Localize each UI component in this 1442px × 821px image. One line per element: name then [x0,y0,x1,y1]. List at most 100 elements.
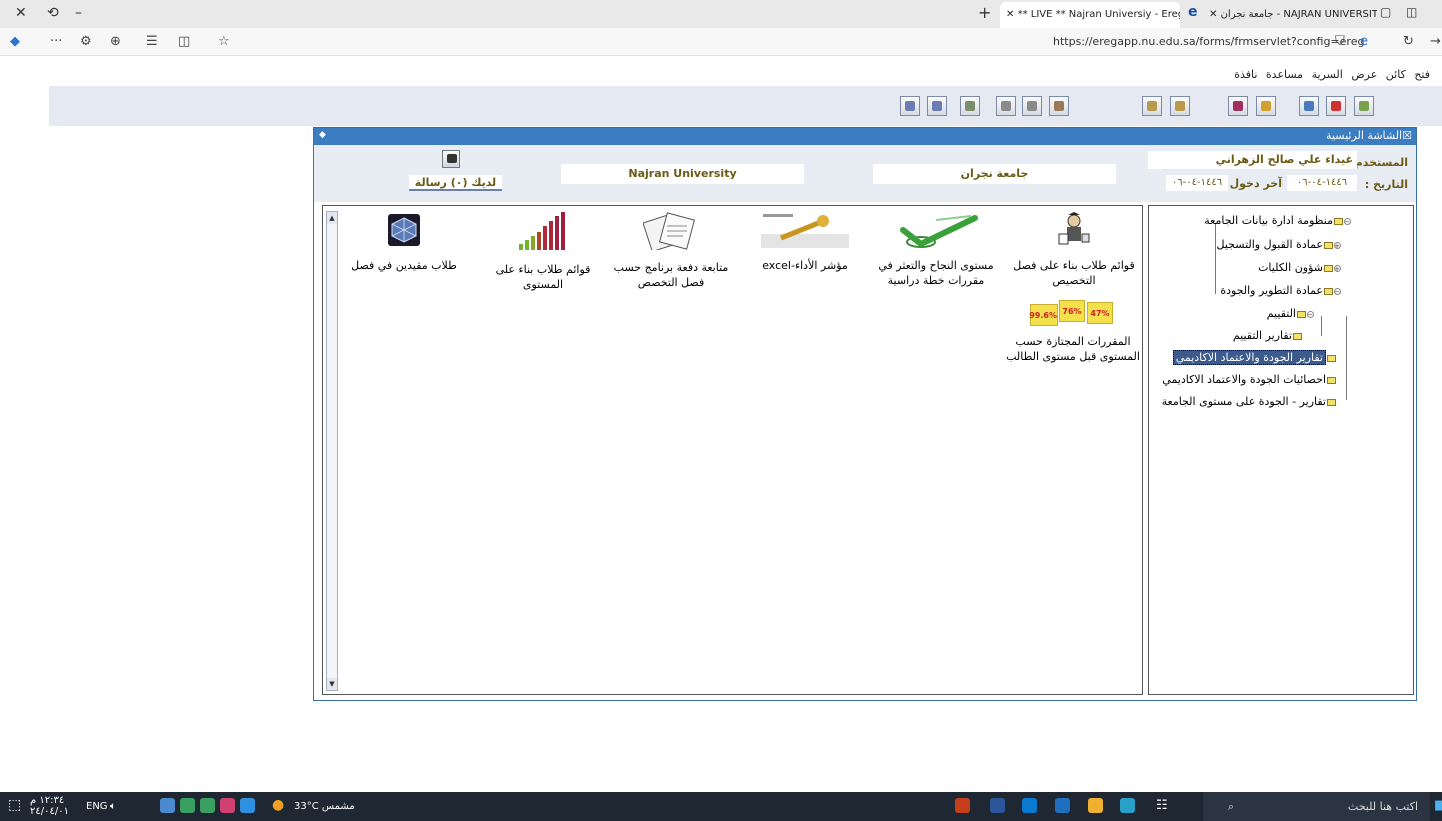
more-icon[interactable]: ··· [50,34,62,49]
content-pane: ▲ ▼ قوائم طلاب بناء على فصل التخصيص مستو… [322,205,1143,695]
collapse-icon[interactable]: − [1344,217,1351,225]
outlook-icon[interactable] [990,798,1005,813]
tree-root[interactable]: − منظومة ادارة بيانات الجامعة [1204,214,1351,227]
weather-icon[interactable]: ● [272,797,284,813]
menu-object[interactable]: كائن [1386,68,1406,81]
window-close-icon[interactable]: ☒ [1402,129,1412,142]
toolbar-accept-button[interactable] [1299,96,1319,116]
clock-time[interactable]: ١٢:٣٤ م [30,795,64,806]
toolbar-note-button[interactable] [1170,96,1190,116]
content-item[interactable]: قوائم طلاب بناء على فصل التخصيص [1009,212,1139,288]
messages-icon[interactable] [442,150,460,168]
menu-open[interactable]: فتح [1414,68,1430,81]
file-explorer-icon[interactable] [1088,798,1103,813]
clock-date[interactable]: ٢٤/٠٤/٠١ [30,806,69,817]
item-label[interactable]: قوائم طلاب بناء على المستوى [488,262,598,292]
store-icon[interactable] [1055,798,1070,813]
tray-app-icon[interactable] [220,798,235,813]
windows-start-icon[interactable]: ■ [1434,798,1442,813]
scroll-down-icon[interactable]: ▼ [327,678,337,690]
tray-app-icon[interactable] [160,798,175,813]
collapse-icon[interactable]: − [1307,310,1314,318]
scroll-up-icon[interactable]: ▲ [327,212,337,224]
toolbar-cut-button[interactable] [1049,96,1069,116]
toolbar-refresh-button[interactable] [960,96,980,116]
toolbar-edit-button[interactable] [1142,96,1162,116]
powerpoint-icon[interactable] [955,798,970,813]
item-label[interactable]: المقررات المجتازة حسب المستوى قبل مستوى … [1003,334,1143,364]
toolbar-cancel-button[interactable] [1326,96,1346,116]
split-screen-icon[interactable]: ◫ [178,34,190,49]
close-window-icon[interactable]: ✕ [15,5,27,21]
toolbar-query-button[interactable] [1256,96,1276,116]
tree-item-quality-stats[interactable]: احصائيات الجودة والاعتماد الاكاديمي [1162,373,1337,386]
url-field[interactable]: https://eregapp.nu.edu.sa/forms/frmservl… [1053,35,1364,48]
taskbar-search[interactable]: اكتب هنا للبحث ⌕ [1203,792,1430,821]
university-name-en: Najran University [561,164,804,184]
new-tab-icon[interactable]: + [978,3,991,22]
tab-close-icon[interactable]: ✕ [1006,9,1014,20]
window-menu-icon[interactable]: ◆ [319,130,326,140]
tab-close-icon[interactable]: ✕ [1209,9,1217,20]
collections-icon[interactable]: ⊕ [110,34,121,49]
refresh-icon[interactable]: ↻ [1403,34,1414,49]
item-label[interactable]: قوائم طلاب بناء على فصل التخصيص [1009,258,1139,288]
mail-icon[interactable] [1022,798,1037,813]
menu-privacy[interactable]: السرية [1312,68,1343,81]
content-item[interactable]: متابعة دفعة برنامج حسب فصل التخصص [611,212,731,290]
favorites-list-icon[interactable]: ☰ [146,34,158,49]
checkmark-icon [891,212,981,248]
expand-icon[interactable]: + [1334,241,1341,249]
expand-icon[interactable]: + [1334,264,1341,272]
collapse-icon[interactable]: − [1334,287,1341,295]
tree-item-evaluation[interactable]: − التقييم [1267,307,1314,320]
tree-item-evaluation-reports[interactable]: تقارير التقييم [1233,329,1303,342]
item-label[interactable]: مؤشر الأداء-excel [755,258,855,273]
toolbar-erase-button[interactable] [1228,96,1248,116]
tree-item-admissions[interactable]: + عمادة القبول والتسجيل [1217,238,1341,251]
notifications-icon[interactable]: ⬚ [8,797,21,813]
content-item[interactable]: قوائم طلاب بناء على المستوى [488,212,598,292]
tree-item-quality-reports[interactable]: تقارير الجودة والاعتماد الاكاديمي [1172,350,1337,365]
toolbar-exit-button[interactable] [1354,96,1374,116]
tab-actions-icon[interactable]: ▢ [1380,5,1391,19]
tree-item-university-quality[interactable]: تقارير - الجودة على مستوى الجامعة [1162,395,1337,408]
tree-item-quality-deanship[interactable]: − عمادة التطوير والجودة [1220,284,1341,297]
ie-mode-icon[interactable]: e [1360,34,1368,49]
weather-text[interactable]: 33°C مشمس [294,801,355,812]
vertical-scrollbar[interactable]: ▲ ▼ [326,211,338,691]
messages-link[interactable]: لديك (٠) رسالة [409,175,502,191]
extensions-icon[interactable]: ⚙ [80,34,92,49]
tree-item-colleges[interactable]: + شؤون الكليات [1258,261,1341,274]
content-item[interactable]: مؤشر الأداء-excel [755,212,855,273]
language-indicator[interactable]: ENG [86,801,108,812]
workspaces-icon[interactable]: ◫ [1406,5,1417,19]
menu-help[interactable]: مساعدة [1266,68,1303,81]
edge-icon[interactable]: ◆ [10,34,20,49]
toolbar-paste-button[interactable] [1022,96,1042,116]
content-item[interactable]: طلاب مقيدين في فصل [349,212,459,273]
restore-icon[interactable]: ⟲ [47,5,59,21]
tray-app-icon[interactable] [200,798,215,813]
content-item[interactable]: 99.6% 76% 47% المقررات المجتازة حسب المس… [1003,298,1143,364]
item-label[interactable]: متابعة دفعة برنامج حسب فصل التخصص [611,260,731,290]
item-label[interactable]: طلاب مقيدين في فصل [349,258,459,273]
favorite-star-icon[interactable]: ☆ [218,34,230,49]
onedrive-icon[interactable] [240,798,255,813]
content-item[interactable]: مستوى النجاح والتعثر في مقررات خطة دراسي… [876,212,996,288]
tab-najran[interactable]: ✕ جامعة نجران - NAJRAN UNIVERSITY [1205,2,1377,28]
minimize-icon[interactable]: – [75,5,82,21]
menu-window[interactable]: نافذة [1234,68,1257,81]
last-login-field: ١٤٤٦-٠٤-٠٦ [1166,175,1228,191]
tray-app-icon[interactable] [180,798,195,813]
item-label[interactable]: مستوى النجاح والتعثر في مقررات خطة دراسي… [876,258,996,288]
task-view-icon[interactable]: ☷ [1156,798,1168,813]
forward-icon[interactable]: → [1430,34,1441,49]
toolbar-prev-button[interactable] [927,96,947,116]
volume-icon[interactable]: 🔈︎ [110,801,116,812]
toolbar-first-button[interactable] [900,96,920,116]
menu-view[interactable]: عرض [1351,68,1377,81]
edge-taskbar-icon[interactable] [1120,798,1135,813]
toolbar-copy-button[interactable] [996,96,1016,116]
tab-live[interactable]: ✕ ** LIVE ** Najran Universiy - Eregi [1000,2,1180,28]
